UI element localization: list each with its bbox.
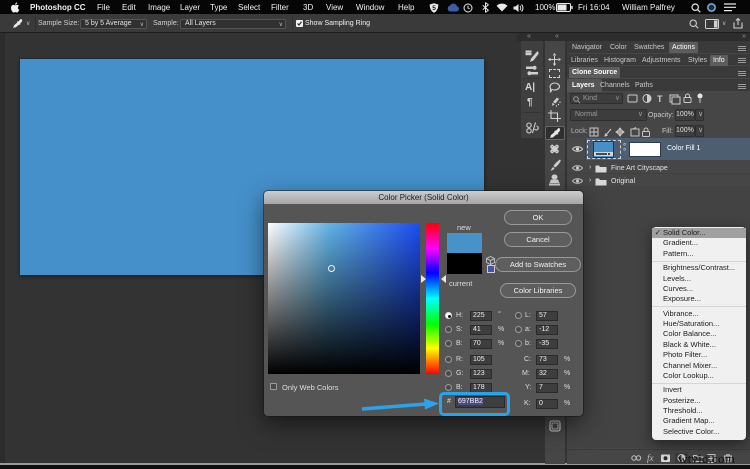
- svg-text:fx: fx: [647, 453, 654, 463]
- svg-text:T: T: [657, 94, 663, 104]
- svg-text:5: 5: [432, 5, 436, 12]
